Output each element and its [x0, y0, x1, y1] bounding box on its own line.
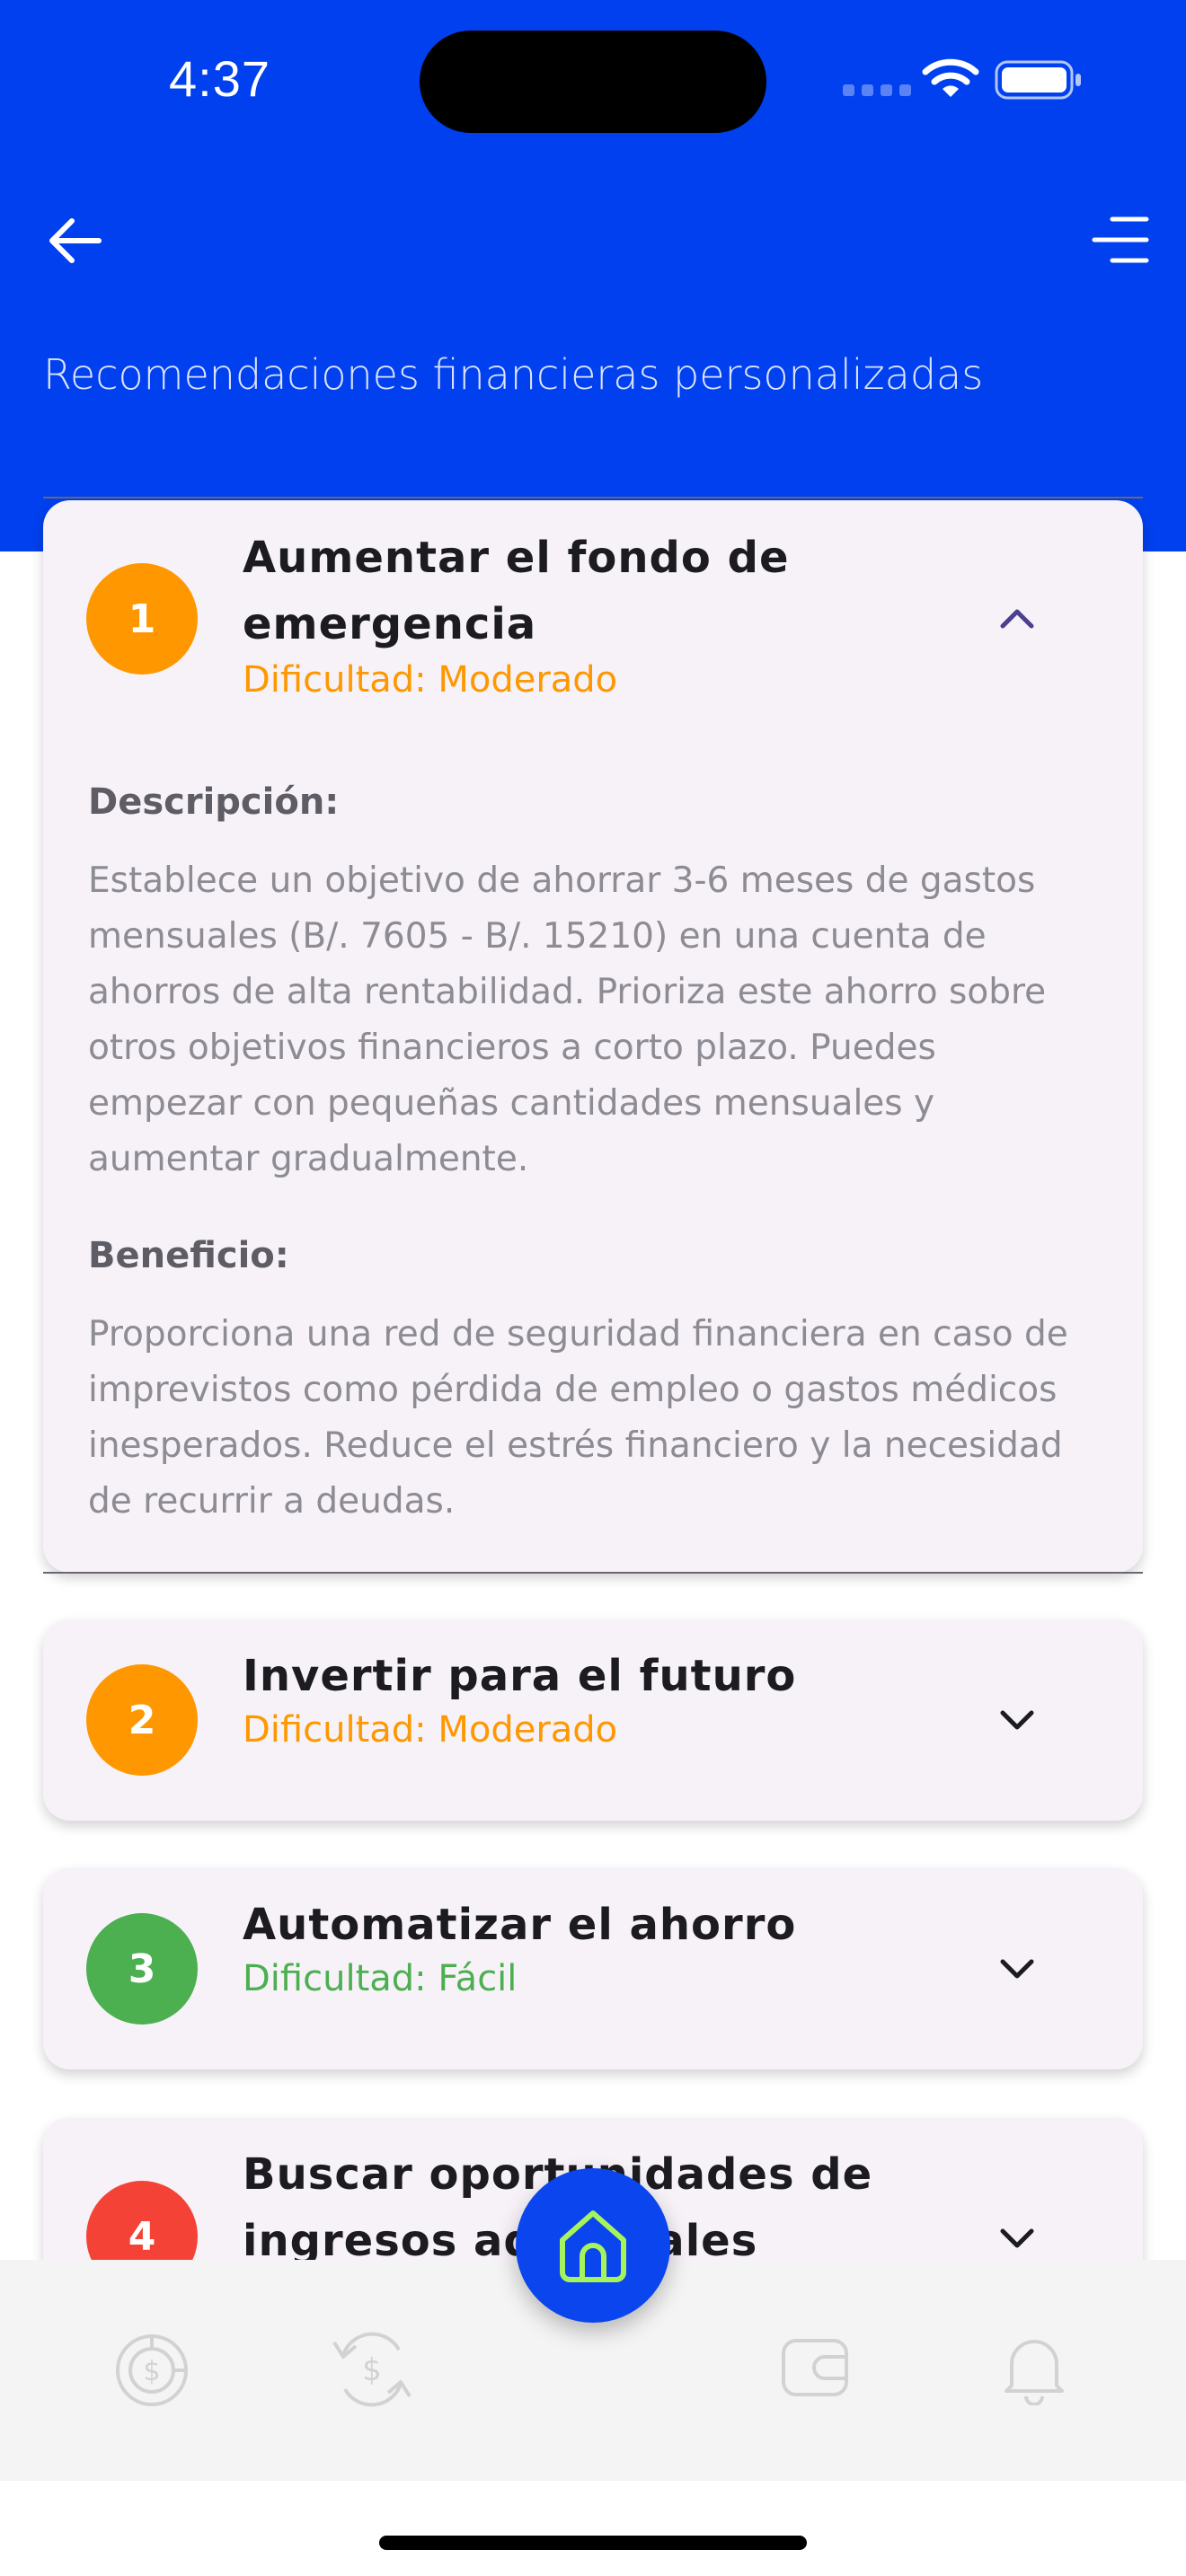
recommendation-title: Aumentar el fondo de	[243, 533, 790, 583]
status-time: 4:37	[169, 50, 270, 107]
bell-icon[interactable]	[1003, 2330, 1066, 2405]
divider	[43, 497, 1143, 498]
chevron-down-icon[interactable]	[997, 1956, 1037, 1983]
difficulty-label: Dificultad: Fácil	[243, 1958, 518, 1999]
chevron-up-icon[interactable]	[997, 604, 1037, 631]
difficulty-label: Dificultad: Moderado	[243, 1709, 618, 1751]
menu-lines-icon[interactable]	[1091, 214, 1150, 266]
home-button[interactable]	[516, 2168, 670, 2323]
coin-chart-icon[interactable]: $	[113, 2332, 190, 2409]
difficulty-label: Dificultad: Moderado	[243, 659, 618, 701]
number-badge: 3	[86, 1913, 198, 2025]
number-badge: 1	[86, 563, 198, 675]
page-title: Recomendaciones financieras personalizad…	[43, 350, 984, 399]
recommendation-card-2[interactable]: 2 Invertir para el futuro Dificultad: Mo…	[43, 1619, 1143, 1821]
recommendation-title: Automatizar el ahorro	[243, 1900, 797, 1950]
recommendation-title-line-2: emergencia	[243, 599, 537, 649]
arrow-left-icon[interactable]	[47, 214, 104, 268]
description-label: Descripción:	[88, 781, 340, 823]
home-indicator	[379, 2536, 807, 2550]
svg-text:$: $	[143, 2356, 160, 2387]
benefit-text: Proporciona una red de seguridad financi…	[88, 1314, 1068, 1522]
wifi-icon	[922, 58, 979, 97]
benefit-label: Beneficio:	[88, 1235, 289, 1276]
number-badge: 2	[86, 1664, 198, 1776]
svg-text:$: $	[362, 2352, 382, 2388]
recommendation-card-1[interactable]: 1 Aumentar el fondo de emergencia Dificu…	[43, 500, 1143, 1573]
recommendation-title: Invertir para el futuro	[243, 1651, 797, 1701]
cellular-signal-icon	[843, 84, 911, 96]
chevron-down-icon[interactable]	[997, 2226, 1037, 2253]
wallet-icon[interactable]	[780, 2335, 850, 2400]
divider	[43, 1572, 1143, 1574]
chevron-down-icon[interactable]	[997, 1707, 1037, 1734]
money-exchange-icon[interactable]: $	[329, 2328, 415, 2411]
dynamic-island	[420, 31, 766, 133]
home-icon	[560, 2210, 626, 2282]
description-text: Establece un objetivo de ahorrar 3-6 mes…	[88, 860, 1047, 1179]
battery-icon	[995, 60, 1081, 100]
recommendation-card-3[interactable]: 3 Automatizar el ahorro Dificultad: Fáci…	[43, 1868, 1143, 2069]
